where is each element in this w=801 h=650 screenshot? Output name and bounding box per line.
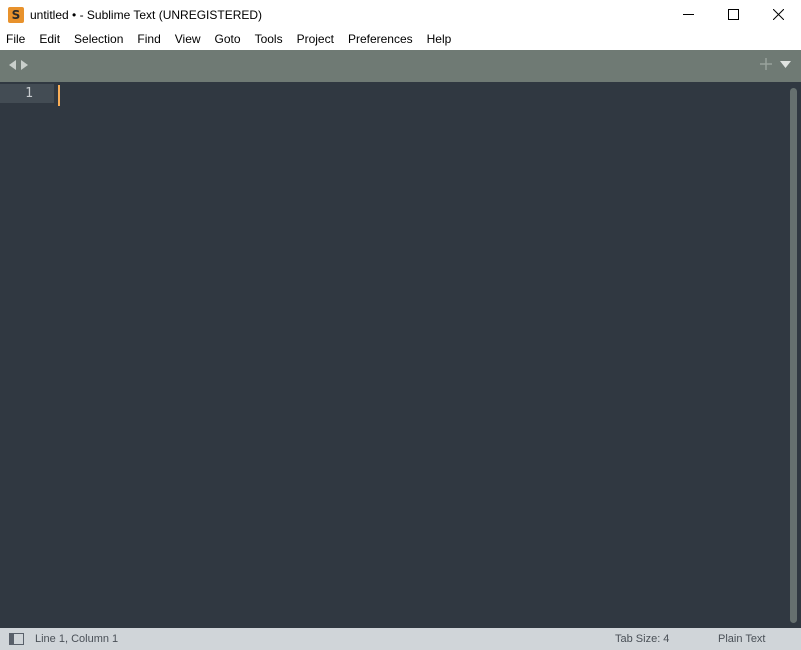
window-controls — [666, 0, 801, 29]
menu-project[interactable]: Project — [290, 29, 341, 50]
text-caret — [58, 85, 60, 106]
maximize-icon — [728, 9, 739, 20]
cursor-position: Line 1, Column 1 — [35, 633, 119, 645]
tab-bar — [0, 50, 801, 82]
menu-preferences[interactable]: Preferences — [341, 29, 420, 50]
title-bar: S untitled • - Sublime Text (UNREGISTERE… — [0, 0, 801, 29]
plus-icon[interactable] — [760, 58, 772, 70]
arrow-right-icon[interactable] — [20, 59, 29, 71]
close-icon — [773, 9, 784, 20]
arrow-left-icon[interactable] — [8, 59, 17, 71]
close-button[interactable] — [756, 0, 801, 29]
maximize-button[interactable] — [711, 0, 756, 29]
tab-size-indicator[interactable]: Tab Size: 4 — [615, 628, 669, 650]
gutter-current-line: 1 — [0, 84, 54, 103]
menu-view[interactable]: View — [168, 29, 208, 50]
window-title: untitled • - Sublime Text (UNREGISTERED) — [30, 7, 263, 22]
triangle-down-icon[interactable] — [780, 60, 791, 69]
vertical-scrollbar[interactable] — [790, 88, 797, 623]
editor-area[interactable]: 1 — [0, 82, 801, 628]
menu-selection[interactable]: Selection — [67, 29, 130, 50]
menu-find[interactable]: Find — [130, 29, 167, 50]
menu-edit[interactable]: Edit — [32, 29, 67, 50]
app-icon-letter: S — [11, 7, 21, 22]
syntax-indicator[interactable]: Plain Text — [718, 628, 766, 650]
menu-file[interactable]: File — [0, 29, 32, 50]
minimize-button[interactable] — [666, 0, 711, 29]
menu-goto[interactable]: Goto — [208, 29, 248, 50]
minimize-icon — [683, 14, 694, 15]
menu-tools[interactable]: Tools — [248, 29, 290, 50]
tab-bar-actions — [760, 58, 791, 70]
tab-navigation — [8, 59, 29, 71]
panel-toggle-icon[interactable] — [9, 633, 24, 645]
sublime-logo-icon: S — [8, 6, 24, 23]
status-bar: Line 1, Column 1 Tab Size: 4 Plain Text — [0, 628, 801, 650]
menu-help[interactable]: Help — [420, 29, 459, 50]
line-number: 1 — [25, 86, 33, 101]
menu-bar: File Edit Selection Find View Goto Tools… — [0, 29, 801, 50]
